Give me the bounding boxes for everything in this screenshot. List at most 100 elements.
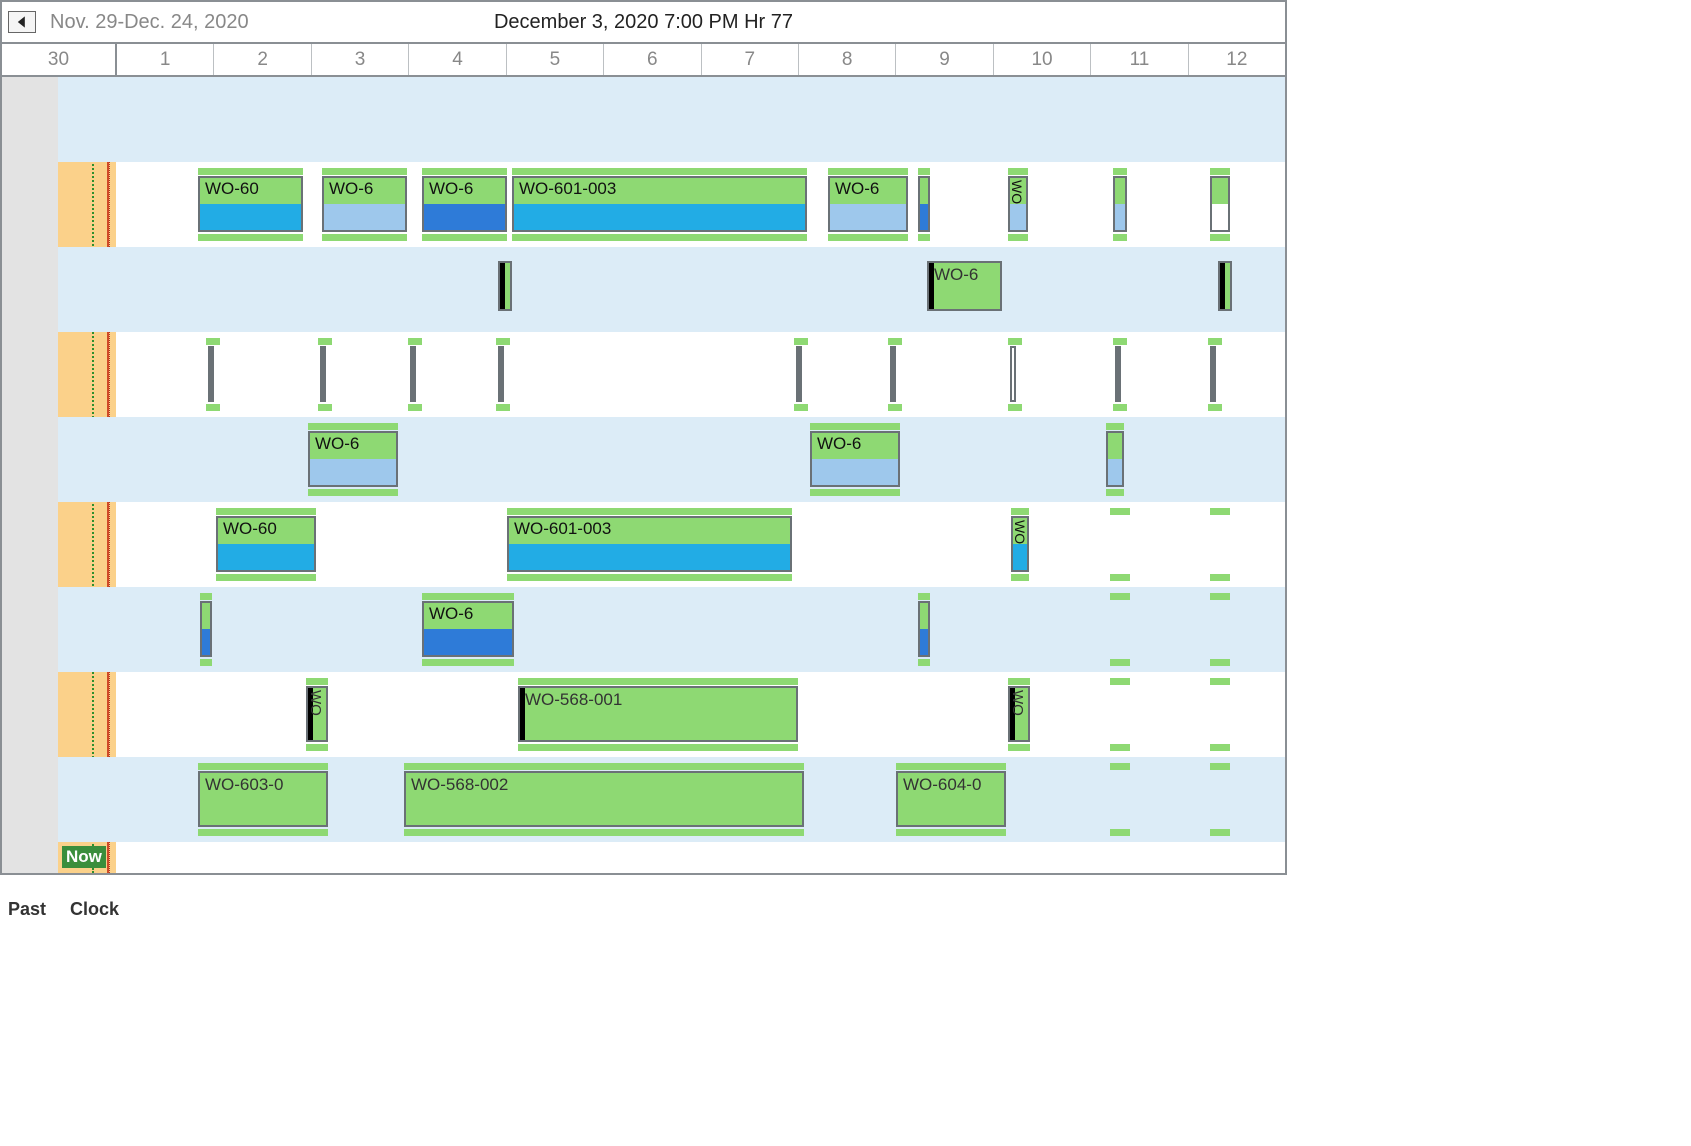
slot-marker	[1113, 338, 1127, 345]
gantt-row: WO-6 WO-6	[58, 417, 1285, 502]
work-order-bar[interactable]: WO-6	[828, 176, 908, 232]
slot-marker	[306, 678, 328, 685]
work-order-bar[interactable]: WO-6	[810, 431, 900, 487]
slot-marker	[1008, 338, 1022, 345]
milestone-marker[interactable]	[796, 346, 802, 402]
work-order-bar[interactable]: WO-6	[322, 176, 407, 232]
slot-marker	[216, 508, 316, 515]
timeline-col[interactable]: 2	[214, 44, 311, 75]
gantt-row	[58, 332, 1285, 417]
work-order-bar[interactable]	[1218, 261, 1232, 311]
timeline-col[interactable]: 8	[799, 44, 896, 75]
timeline-col[interactable]: 11	[1091, 44, 1188, 75]
slot-marker	[918, 659, 930, 666]
work-order-bar[interactable]: WO	[1008, 686, 1030, 742]
timeline-col[interactable]: 9	[896, 44, 993, 75]
slot-marker	[896, 763, 1006, 770]
slot-marker	[198, 168, 303, 175]
gantt-grid[interactable]: Now WO-60WO-6WO-6WO-601-003WO-6WOWO-6WO-…	[2, 77, 1285, 873]
slot-marker	[1210, 829, 1230, 836]
slot-marker	[206, 338, 220, 345]
work-order-bar[interactable]: WO-601-003	[512, 176, 807, 232]
work-order-bar[interactable]: WO-603-0	[198, 771, 328, 827]
slot-marker	[507, 508, 792, 515]
work-order-bar[interactable]: WO-6	[422, 176, 507, 232]
slot-marker	[308, 423, 398, 430]
milestone-marker[interactable]	[1115, 346, 1121, 402]
work-order-label: WO-6	[424, 603, 512, 629]
milestone-marker[interactable]	[1210, 346, 1216, 402]
slot-marker	[322, 168, 407, 175]
work-order-bar[interactable]: WO-604-0	[896, 771, 1006, 827]
work-order-label: WO	[1013, 518, 1027, 544]
milestone-marker[interactable]	[320, 346, 326, 402]
milestone-marker[interactable]	[890, 346, 896, 402]
timeline-col[interactable]: 5	[507, 44, 604, 75]
work-order-bar[interactable]: WO-601-003	[507, 516, 792, 572]
work-order-bar[interactable]	[918, 176, 930, 232]
work-order-label: WO-6	[310, 433, 396, 459]
work-order-label	[1108, 433, 1122, 459]
slot-marker	[1110, 574, 1130, 581]
work-order-bar[interactable]: WO	[306, 686, 328, 742]
work-order-progress	[830, 204, 906, 230]
milestone-marker[interactable]	[498, 346, 504, 402]
work-order-label	[920, 603, 930, 629]
slot-marker	[1011, 508, 1029, 515]
slot-marker	[828, 168, 908, 175]
slot-marker	[308, 489, 398, 496]
slot-marker	[1106, 423, 1124, 430]
slot-marker	[896, 829, 1006, 836]
slot-marker	[422, 593, 514, 600]
milestone-marker[interactable]	[208, 346, 214, 402]
work-order-label: WO-601-003	[509, 518, 790, 544]
gantt-row: WO-60WO-6WO-6WO-601-003WO-6WO	[58, 162, 1285, 247]
work-order-bar[interactable]	[498, 261, 512, 311]
work-order-bar[interactable]: WO-6	[308, 431, 398, 487]
work-order-bar[interactable]: WO-60	[198, 176, 303, 232]
milestone-marker[interactable]	[1010, 346, 1016, 402]
work-order-label: WO	[307, 690, 324, 716]
work-order-bar[interactable]: WO-60	[216, 516, 316, 572]
work-order-bar[interactable]: WO-6	[422, 601, 514, 657]
slot-marker	[918, 234, 930, 241]
work-order-bar[interactable]: WO	[1008, 176, 1028, 232]
work-order-progress	[1108, 459, 1122, 485]
work-order-bar[interactable]: WO-6	[927, 261, 1002, 311]
work-order-label	[920, 178, 930, 204]
slot-marker	[198, 234, 303, 241]
work-order-bar[interactable]	[1113, 176, 1127, 232]
slot-marker	[1208, 338, 1222, 345]
work-order-bar[interactable]	[1210, 176, 1230, 232]
timeline-col[interactable]: 12	[1189, 44, 1285, 75]
work-order-label: WO-60	[218, 518, 314, 544]
slot-marker	[888, 338, 902, 345]
work-order-progress	[1212, 204, 1228, 230]
milestone-marker[interactable]	[410, 346, 416, 402]
timeline-col[interactable]: 3	[312, 44, 409, 75]
date-range-label: Nov. 29-Dec. 24, 2020	[50, 11, 249, 34]
timeline-col[interactable]: 7	[702, 44, 799, 75]
timeline-col[interactable]: 1	[117, 44, 214, 75]
work-order-bar[interactable]: WO-568-002	[404, 771, 804, 827]
timeline-col[interactable]: 10	[994, 44, 1091, 75]
slot-marker	[1110, 744, 1130, 751]
slot-marker	[1008, 234, 1028, 241]
work-order-progress	[202, 629, 210, 655]
work-order-label: WO-6	[812, 433, 898, 459]
prev-button[interactable]	[8, 11, 36, 33]
work-order-bar[interactable]: WO	[1011, 516, 1029, 572]
timeline-col[interactable]: 6	[604, 44, 701, 75]
work-order-bar[interactable]	[918, 601, 930, 657]
work-order-progress	[324, 204, 405, 230]
slot-marker	[1210, 659, 1230, 666]
work-order-bar[interactable]	[1106, 431, 1124, 487]
slot-marker	[1008, 404, 1022, 411]
work-order-bar[interactable]	[200, 601, 212, 657]
timeline-col[interactable]: 4	[409, 44, 506, 75]
work-order-bar[interactable]: WO-568-001	[518, 686, 798, 742]
slot-marker	[1210, 234, 1230, 241]
work-order-label: WO	[1009, 690, 1026, 716]
timeline-col-first[interactable]: 30	[2, 44, 117, 75]
work-order-progress	[920, 629, 928, 655]
